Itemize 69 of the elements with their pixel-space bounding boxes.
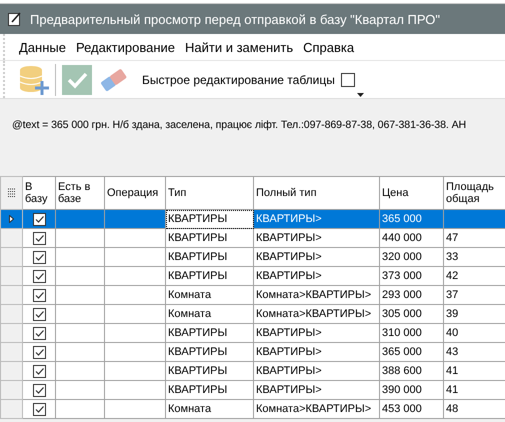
- table-cell: 373 000: [380, 266, 444, 286]
- table-cell: Комната: [166, 286, 254, 304]
- window-title: Предварительный просмотр перед отправкой в базу "Квартал ПРО": [30, 12, 440, 26]
- table-row[interactable]: КВАРТИРЫ КВАРТИРЫ> 365 000: [0, 210, 505, 228]
- database-add-icon[interactable]: [19, 64, 49, 96]
- table-cell: Комната>КВАРТИРЫ>: [254, 304, 380, 324]
- check-icon[interactable]: [62, 64, 92, 94]
- table-cell: КВАРТИРЫ>: [254, 380, 380, 400]
- table-row[interactable]: КВАРТИРЫ КВАРТИРЫ> 440 000 47: [0, 228, 505, 248]
- row-checkbox[interactable]: [32, 250, 46, 264]
- menu-item[interactable]: Найти и заменить: [181, 40, 298, 54]
- table-cell: 320 000: [380, 248, 444, 266]
- row-checkbox[interactable]: [32, 402, 46, 416]
- table-cell: КВАРТИРЫ: [166, 324, 254, 342]
- column-chooser-icon[interactable]: [8, 188, 16, 198]
- info-text: @text = 365 000 грн. Н/б здана, заселена, працює ліфт. Тел.:097-869-87-38, 067-381-36-38. АН: [12, 119, 466, 131]
- table-cell: КВАРТИРЫ: [166, 342, 254, 362]
- quick-edit-checkbox[interactable]: [340, 72, 355, 86]
- table-cell: Комната: [166, 304, 254, 324]
- table-cell: КВАРТИРЫ>: [254, 266, 380, 286]
- row-checkbox[interactable]: [32, 212, 46, 226]
- table-cell: КВАРТИРЫ: [166, 210, 254, 228]
- dropdown-caret-icon[interactable]: [357, 93, 364, 97]
- table-row[interactable]: КВАРТИРЫ КВАРТИРЫ> 388 600 41: [0, 362, 505, 380]
- table-cell: 388 600: [380, 362, 444, 380]
- row-checkbox[interactable]: [32, 288, 46, 302]
- row-checkbox[interactable]: [32, 232, 46, 244]
- table-cell: КВАРТИРЫ: [166, 266, 254, 286]
- table-cell: КВАРТИРЫ: [166, 362, 254, 380]
- table-cell: КВАРТИРЫ>: [254, 210, 380, 228]
- row-checkbox[interactable]: [32, 308, 46, 320]
- table-cell: Комната>КВАРТИРЫ>: [254, 286, 380, 304]
- table-cell: 365 000: [380, 342, 444, 362]
- table-row[interactable]: Комната Комната>КВАРТИРЫ> 305 000 39: [0, 304, 505, 324]
- table-row[interactable]: Комната Комната>КВАРТИРЫ> 453 000 48: [0, 400, 505, 418]
- table-cell: 453 000: [380, 400, 444, 418]
- table-cell: КВАРТИРЫ>: [254, 342, 380, 362]
- table-row[interactable]: КВАРТИРЫ КВАРТИРЫ> 320 000 33: [0, 248, 505, 266]
- table-cell: 390 000: [380, 380, 444, 400]
- table-cell: Комната: [166, 400, 254, 418]
- table-row[interactable]: КВАРТИРЫ КВАРТИРЫ> 310 000 40: [0, 324, 505, 342]
- table-cell: 440 000: [380, 228, 444, 248]
- row-checkbox[interactable]: [32, 270, 46, 282]
- table-cell: Комната>КВАРТИРЫ>: [254, 400, 380, 418]
- table-cell: 310 000: [380, 324, 444, 342]
- table-cell: КВАРТИРЫ: [166, 380, 254, 400]
- table-cell: КВАРТИРЫ: [166, 248, 254, 266]
- table-cell: КВАРТИРЫ>: [254, 248, 380, 266]
- table-cell: КВАРТИРЫ>: [254, 228, 380, 248]
- row-checkbox[interactable]: [32, 384, 46, 396]
- table-cell: КВАРТИРЫ>: [254, 324, 380, 342]
- table-row[interactable]: Комната Комната>КВАРТИРЫ> 293 000 37: [0, 286, 505, 304]
- row-checkbox[interactable]: [32, 346, 46, 358]
- table-row[interactable]: КВАРТИРЫ КВАРТИРЫ> 365 000 43: [0, 342, 505, 362]
- table-row[interactable]: КВАРТИРЫ КВАРТИРЫ> 390 000 41: [0, 380, 505, 400]
- menu-item[interactable]: Справка: [299, 40, 358, 54]
- quick-edit-label: Быстрое редактирование таблицы: [142, 72, 335, 86]
- menu-item[interactable]: Данные: [15, 40, 70, 54]
- current-row-icon: [9, 215, 14, 223]
- notepad-icon: [8, 12, 22, 26]
- table-row[interactable]: КВАРТИРЫ КВАРТИРЫ> 373 000 42: [0, 266, 505, 286]
- row-checkbox[interactable]: [32, 326, 46, 340]
- menu-item[interactable]: Редактирование: [72, 40, 179, 54]
- table-cell: 365 000: [380, 210, 444, 228]
- table-cell: КВАРТИРЫ>: [254, 362, 380, 380]
- table-cell: 305 000: [380, 304, 444, 324]
- table-cell: 293 000: [380, 286, 444, 304]
- table-cell: КВАРТИРЫ: [166, 228, 254, 248]
- row-checkbox[interactable]: [32, 364, 46, 378]
